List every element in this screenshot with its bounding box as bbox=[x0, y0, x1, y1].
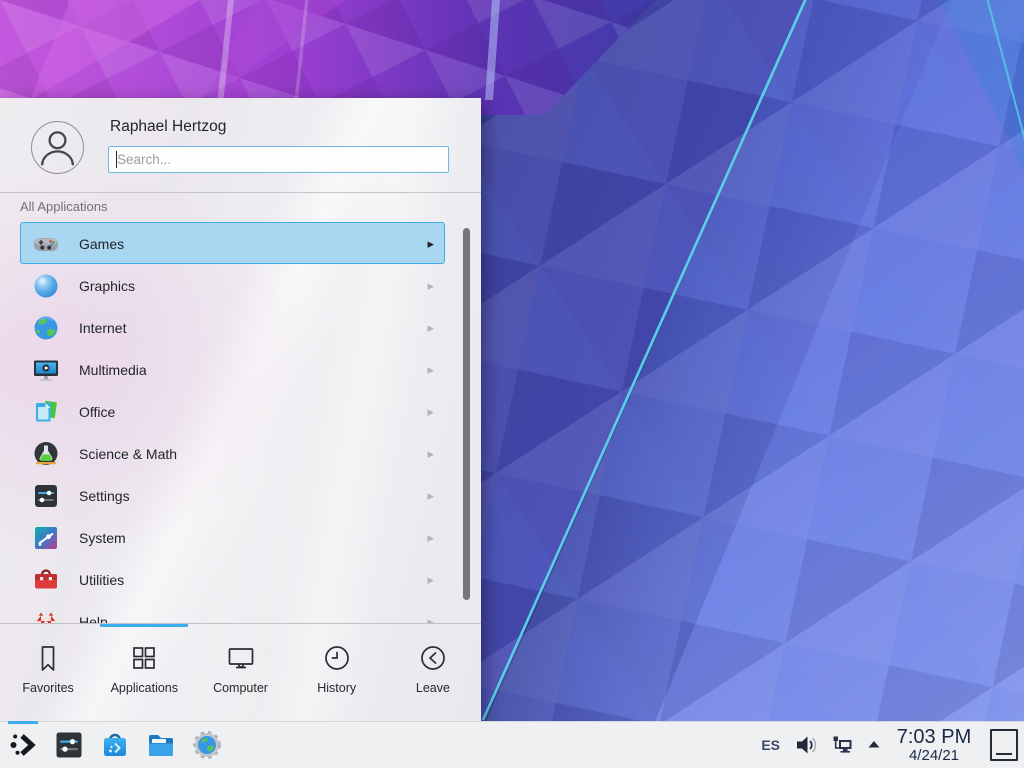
system-settings-button[interactable] bbox=[54, 730, 84, 760]
active-task-indicator bbox=[8, 721, 38, 724]
category-label: Help bbox=[79, 601, 108, 623]
user-avatar bbox=[31, 121, 84, 174]
launcher-header: Raphael Hertzog bbox=[0, 98, 481, 192]
discover-bag-icon bbox=[100, 730, 130, 760]
show-desktop-button[interactable] bbox=[990, 729, 1018, 761]
leave-circle-icon bbox=[418, 643, 448, 673]
submenu-arrow-icon: ▸ bbox=[427, 475, 434, 516]
category-label: Science & Math bbox=[79, 433, 177, 475]
tab-label: Applications bbox=[111, 681, 178, 695]
category-office[interactable]: Office ▸ bbox=[20, 390, 445, 432]
category-label: System bbox=[79, 517, 126, 559]
utilities-toolbox-icon bbox=[32, 566, 60, 594]
search-input[interactable] bbox=[108, 146, 449, 173]
category-label: Graphics bbox=[79, 265, 135, 307]
file-manager-button[interactable] bbox=[146, 730, 176, 760]
tab-applications[interactable]: Applications bbox=[96, 624, 192, 721]
submenu-arrow-icon: ▸ bbox=[427, 391, 434, 432]
graphics-sphere-icon bbox=[32, 272, 60, 300]
applications-grid-icon bbox=[129, 643, 159, 673]
konqueror-globe-icon bbox=[192, 730, 222, 760]
clock-date: 4/24/21 bbox=[892, 748, 976, 764]
tab-history[interactable]: History bbox=[289, 624, 385, 721]
volume-icon[interactable] bbox=[794, 733, 818, 757]
category-list: Games ▸ Graphics ▸ bbox=[20, 222, 445, 623]
search-field-wrap bbox=[108, 146, 449, 173]
category-label: Multimedia bbox=[79, 349, 147, 391]
computer-monitor-icon bbox=[226, 643, 256, 673]
category-science-math[interactable]: Science & Math ▸ bbox=[20, 432, 445, 474]
category-label: Utilities bbox=[79, 559, 124, 601]
category-system[interactable]: System ▸ bbox=[20, 516, 445, 558]
digital-clock[interactable]: 7:03 PM 4/24/21 bbox=[892, 727, 976, 764]
submenu-arrow-icon: ▸ bbox=[427, 265, 434, 306]
submenu-arrow-icon: ▸ bbox=[427, 559, 434, 600]
category-graphics[interactable]: Graphics ▸ bbox=[20, 264, 445, 306]
games-gamepad-icon bbox=[32, 230, 60, 258]
tab-computer[interactable]: Computer bbox=[192, 624, 288, 721]
submenu-arrow-icon: ▸ bbox=[427, 433, 434, 474]
text-caret bbox=[116, 151, 117, 168]
discover-button[interactable] bbox=[100, 730, 130, 760]
system-tray: ES 7:03 PM 4/24/21 bbox=[761, 727, 1024, 764]
system-tuner-icon bbox=[32, 524, 60, 552]
submenu-arrow-icon: ▸ bbox=[427, 517, 434, 558]
tab-label: Leave bbox=[416, 681, 450, 695]
user-avatar-icon bbox=[32, 122, 83, 173]
category-internet[interactable]: Internet ▸ bbox=[20, 306, 445, 348]
section-label: All Applications bbox=[20, 199, 107, 214]
submenu-arrow-icon: ▸ bbox=[427, 307, 434, 348]
submenu-arrow-icon: ▸ bbox=[427, 349, 434, 390]
header-separator bbox=[0, 192, 481, 193]
category-games[interactable]: Games ▸ bbox=[20, 222, 445, 264]
user-name: Raphael Hertzog bbox=[110, 118, 226, 136]
history-clock-icon bbox=[322, 643, 352, 673]
taskbar-app-icons bbox=[0, 730, 222, 760]
category-settings[interactable]: Settings ▸ bbox=[20, 474, 445, 516]
multimedia-monitor-icon bbox=[32, 356, 60, 384]
category-label: Games bbox=[79, 223, 124, 265]
kde-kickoff-icon bbox=[8, 730, 38, 760]
clock-time: 7:03 PM bbox=[892, 727, 976, 748]
submenu-arrow-icon: ▸ bbox=[427, 223, 434, 264]
category-label: Office bbox=[79, 391, 115, 433]
category-label: Settings bbox=[79, 475, 130, 517]
wired-network-icon[interactable] bbox=[830, 733, 854, 757]
expand-tray-caret-icon[interactable] bbox=[866, 737, 882, 753]
dolphin-folder-icon bbox=[146, 730, 176, 760]
web-browser-button[interactable] bbox=[192, 730, 222, 760]
tab-label: Favorites bbox=[22, 681, 73, 695]
internet-globe-icon bbox=[32, 314, 60, 342]
settings-sliders-icon bbox=[32, 482, 60, 510]
tab-label: Computer bbox=[213, 681, 268, 695]
category-label: Internet bbox=[79, 307, 126, 349]
submenu-arrow-icon: ▸ bbox=[427, 601, 434, 623]
list-scrollbar[interactable] bbox=[463, 228, 470, 600]
help-icon bbox=[32, 608, 60, 623]
keyboard-layout-indicator[interactable]: ES bbox=[761, 737, 780, 753]
category-help[interactable]: Help ▸ bbox=[20, 600, 445, 623]
taskbar: ES 7:03 PM 4/24/21 bbox=[0, 721, 1024, 768]
tab-leave[interactable]: Leave bbox=[385, 624, 481, 721]
launcher-tab-bar: Favorites Applications Computer bbox=[0, 623, 481, 721]
favorites-bookmark-icon bbox=[33, 643, 63, 673]
launcher-button[interactable] bbox=[8, 730, 38, 760]
tab-label: History bbox=[317, 681, 356, 695]
application-launcher-menu: Raphael Hertzog All Applications bbox=[0, 98, 481, 721]
science-flask-icon bbox=[32, 440, 60, 468]
category-multimedia[interactable]: Multimedia ▸ bbox=[20, 348, 445, 390]
tab-favorites[interactable]: Favorites bbox=[0, 624, 96, 721]
system-settings-icon bbox=[54, 730, 84, 760]
category-utilities[interactable]: Utilities ▸ bbox=[20, 558, 445, 600]
office-documents-icon bbox=[32, 398, 60, 426]
